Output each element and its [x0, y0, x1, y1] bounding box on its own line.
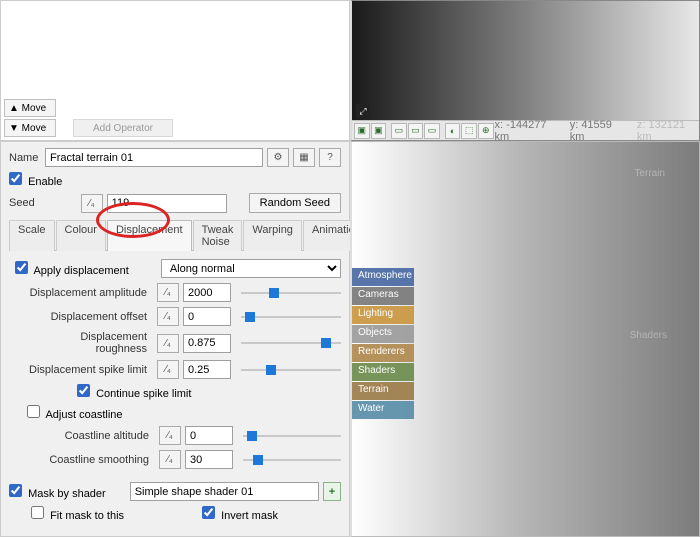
toolbar-btn-8[interactable]: ⊕	[478, 123, 494, 139]
rough-slider[interactable]	[241, 336, 341, 350]
viewport-toolbar: ▣ ▣ ▭ ▭ ▭ ◐ ⬚ ⊕ x: -144277 km y: 41559 k…	[352, 120, 699, 140]
toolbar-btn-6[interactable]: ◐	[445, 123, 461, 139]
off-anim-icon[interactable]: ⁄₄	[157, 307, 179, 326]
coast-smooth-anim-icon[interactable]: ⁄₄	[159, 450, 181, 469]
toolbar-btn-4[interactable]: ▭	[408, 123, 424, 139]
off-label: Displacement offset	[27, 311, 153, 323]
mask-by-shader-wrap[interactable]: Mask by shader	[9, 484, 106, 500]
spike-input[interactable]	[183, 360, 231, 379]
preview-icon[interactable]: ▦	[293, 148, 315, 167]
category-toolbar: Atmosphere Cameras Lighting Objects Rend…	[352, 268, 414, 420]
mask-shader-input[interactable]	[130, 482, 319, 501]
cat-atmosphere[interactable]: Atmosphere	[352, 268, 414, 286]
continue-spike-wrap[interactable]: Continue spike limit	[77, 384, 191, 400]
amp-input[interactable]	[183, 283, 231, 302]
coast-alt-label: Coastline altitude	[47, 430, 155, 442]
continue-spike-checkbox[interactable]	[77, 384, 90, 397]
mask-by-shader-checkbox[interactable]	[9, 484, 22, 497]
mask-by-shader-label: Mask by shader	[28, 488, 106, 500]
coord-x: x: -144277 km	[495, 119, 552, 143]
seed-label: Seed	[9, 197, 41, 209]
tab-displacement[interactable]: Displacement	[107, 220, 192, 251]
help-icon[interactable]: ?	[319, 148, 341, 167]
enable-checkbox[interactable]	[9, 172, 22, 185]
coast-smooth-slider[interactable]	[243, 453, 341, 467]
node-tree-panel: ▲ Move ▼ Move Add Operator	[0, 0, 350, 141]
apply-displacement-wrap[interactable]: Apply displacement	[15, 261, 129, 277]
amp-slider[interactable]	[241, 286, 341, 300]
cat-terrain[interactable]: Terrain	[352, 382, 414, 400]
move-up-button[interactable]: ▲ Move	[4, 99, 56, 117]
viewport-toggle-icon[interactable]: ⤢	[356, 104, 370, 118]
spike-label: Displacement spike limit	[27, 364, 153, 376]
coast-alt-anim-icon[interactable]: ⁄₄	[159, 426, 181, 445]
coast-smooth-label: Coastline smoothing	[47, 454, 155, 466]
cat-cameras[interactable]: Cameras	[352, 287, 414, 305]
cat-renderers[interactable]: Renderers	[352, 344, 414, 362]
cat-water[interactable]: Water	[352, 401, 414, 419]
coordinates-readout: x: -144277 km y: 41559 km z: 132121 km	[495, 119, 697, 143]
rough-input[interactable]	[183, 334, 231, 353]
coast-alt-slider[interactable]	[243, 429, 341, 443]
coord-y: y: 41559 km	[570, 119, 619, 143]
apply-displacement-checkbox[interactable]	[15, 261, 28, 274]
displacement-direction-select[interactable]: Along normal	[161, 259, 341, 278]
invert-mask-label: Invert mask	[221, 510, 278, 522]
amp-label: Displacement amplitude	[27, 287, 153, 299]
cat-shaders[interactable]: Shaders	[352, 363, 414, 381]
tabs-bar: Scale Colour Displacement Tweak Noise Wa…	[9, 219, 341, 251]
add-shader-button[interactable]: +	[323, 482, 341, 501]
coord-z: z: 132121 km	[637, 119, 691, 143]
adjust-coastline-wrap[interactable]: Adjust coastline	[27, 405, 123, 421]
settings-icon[interactable]: ⚙	[267, 148, 289, 167]
preview-viewport[interactable]: ⤢ ▣ ▣ ▭ ▭ ▭ ◐ ⬚ ⊕ x: -144277 km y: 41559…	[350, 0, 700, 141]
adjust-coastline-label: Adjust coastline	[45, 409, 122, 421]
toolbar-btn-1[interactable]: ▣	[354, 123, 370, 139]
coast-alt-input[interactable]	[185, 426, 233, 445]
tab-colour[interactable]: Colour	[56, 220, 106, 251]
name-label: Name	[9, 152, 41, 164]
ghost-terrain-label: Terrain	[634, 168, 665, 179]
coast-smooth-input[interactable]	[185, 450, 233, 469]
apply-displacement-label: Apply displacement	[33, 265, 128, 277]
invert-mask-checkbox[interactable]	[202, 506, 215, 519]
move-down-button[interactable]: ▼ Move	[4, 119, 56, 137]
spike-slider[interactable]	[241, 363, 341, 377]
adjust-coastline-checkbox[interactable]	[27, 405, 40, 418]
amp-anim-icon[interactable]: ⁄₄	[157, 283, 179, 302]
off-slider[interactable]	[241, 310, 341, 324]
off-input[interactable]	[183, 307, 231, 326]
enable-checkbox-wrap[interactable]: Enable	[9, 172, 62, 188]
name-input[interactable]	[45, 148, 263, 167]
spike-anim-icon[interactable]: ⁄₄	[157, 360, 179, 379]
node-graph-viewport[interactable]: Atmosphere Cameras Lighting Objects Rend…	[350, 141, 700, 537]
tab-warping[interactable]: Warping	[243, 220, 302, 251]
tab-tweak-noise[interactable]: Tweak Noise	[193, 220, 243, 251]
rough-anim-icon[interactable]: ⁄₄	[157, 334, 179, 353]
cat-lighting[interactable]: Lighting	[352, 306, 414, 324]
continue-spike-label: Continue spike limit	[96, 388, 191, 400]
fit-mask-checkbox[interactable]	[31, 506, 44, 519]
enable-label: Enable	[28, 176, 62, 188]
ghost-shaders-label: Shaders	[630, 330, 667, 341]
random-seed-button[interactable]: Random Seed	[249, 193, 341, 213]
fit-mask-wrap[interactable]: Fit mask to this	[31, 506, 124, 522]
add-operator-button[interactable]: Add Operator	[73, 119, 173, 137]
invert-mask-wrap[interactable]: Invert mask	[202, 506, 278, 522]
fit-mask-label: Fit mask to this	[50, 510, 124, 522]
tab-scale[interactable]: Scale	[9, 220, 55, 251]
rough-label: Displacement roughness	[27, 331, 153, 355]
toolbar-btn-5[interactable]: ▭	[424, 123, 440, 139]
toolbar-btn-2[interactable]: ▣	[371, 123, 387, 139]
toolbar-btn-3[interactable]: ▭	[391, 123, 407, 139]
seed-input[interactable]	[107, 194, 227, 213]
toolbar-btn-7[interactable]: ⬚	[461, 123, 477, 139]
seed-anim-icon[interactable]: ⁄₄	[81, 194, 103, 213]
cat-objects[interactable]: Objects	[352, 325, 414, 343]
properties-panel: Name ⚙ ▦ ? Enable Seed ⁄₄ Random Seed Sc…	[0, 141, 350, 537]
